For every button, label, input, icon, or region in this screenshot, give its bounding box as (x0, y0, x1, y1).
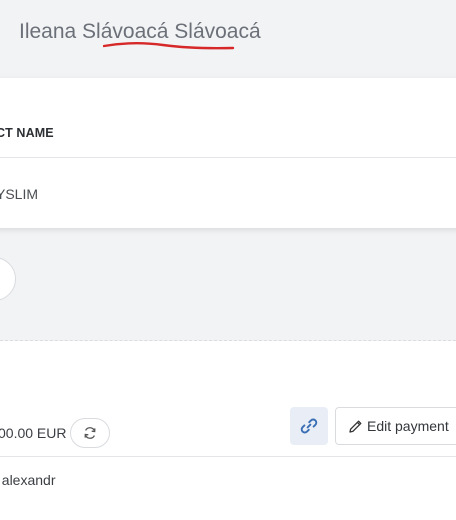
pencil-icon (349, 420, 362, 433)
product-name-column-header: CT NAME (0, 126, 54, 140)
refresh-button[interactable] (70, 418, 110, 448)
circle-button[interactable] (0, 257, 16, 301)
link-icon (300, 418, 318, 434)
product-name-cell: YSLIM (0, 186, 39, 202)
payer-name: t alexandr (0, 472, 56, 488)
table-divider (0, 157, 456, 158)
link-button[interactable] (290, 407, 328, 445)
refresh-icon (84, 427, 96, 439)
product-table-card (0, 78, 456, 228)
edit-payment-button[interactable]: Edit payment (335, 407, 456, 445)
page-header: Ileana Slávoacá Slávoacá (0, 0, 456, 72)
payment-divider (0, 456, 456, 457)
payment-amount: 00.00 EUR (0, 425, 67, 441)
spellcheck-underline (103, 42, 235, 50)
page: Ileana Slávoacá Slávoacá CT NAME YSLIM 0… (0, 0, 456, 520)
edit-payment-label: Edit payment (367, 418, 449, 434)
